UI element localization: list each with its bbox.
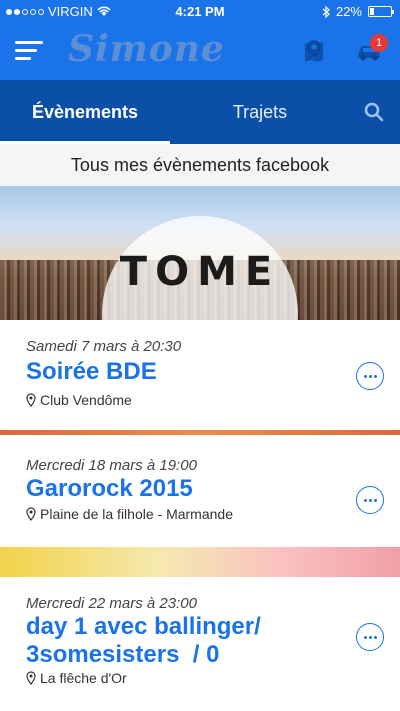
more-options-button[interactable] <box>356 486 384 514</box>
event-banner-image[interactable]: TOME <box>0 186 400 320</box>
event-card[interactable]: Samedi 7 mars à 20:30 Soirée BDE Club Ve… <box>0 320 400 430</box>
tab-trajets[interactable]: Trajets <box>190 80 330 144</box>
map-pin-icon[interactable] <box>302 38 326 64</box>
event-title[interactable]: day 1 avec ballinger/ 3somesisters / 0 <box>26 613 261 669</box>
event-title-line: day 1 avec ballinger/ <box>26 613 261 640</box>
event-date: Mercredi 22 mars à 23:00 <box>26 595 197 612</box>
more-options-button[interactable] <box>356 362 384 390</box>
banner-brand-logo: TOME <box>119 249 281 295</box>
location-pin-icon <box>26 671 36 685</box>
event-place: Club Vendôme <box>26 392 132 408</box>
event-date: Samedi 7 mars à 20:30 <box>26 338 182 355</box>
tab-evenements[interactable]: Évènements <box>0 80 170 144</box>
event-date: Mercredi 18 mars à 19:00 <box>26 457 197 474</box>
event-place: Plaine de la filhole - Marmande <box>26 506 233 522</box>
search-icon[interactable] <box>364 102 384 122</box>
event-place-label: Club Vendôme <box>40 392 132 408</box>
location-pin-icon <box>26 507 36 521</box>
status-right: 22% <box>322 4 394 19</box>
event-image-strip <box>0 547 400 577</box>
event-title[interactable]: Garorock 2015 <box>26 475 193 503</box>
location-pin-icon <box>26 393 36 407</box>
bluetooth-icon <box>322 5 330 18</box>
status-bar: VIRGIN 4:21 PM 22% <box>0 0 400 22</box>
event-card[interactable]: Mercredi 22 mars à 23:00 day 1 avec ball… <box>0 577 400 711</box>
event-place-label: Plaine de la filhole - Marmande <box>40 506 233 522</box>
section-title: Tous mes évènements facebook <box>0 144 400 186</box>
app-header: Simone 1 <box>0 22 400 80</box>
event-title-line: 3somesisters / 0 <box>26 641 220 668</box>
event-place: La flêche d'Or <box>26 670 127 686</box>
app-logo: Simone <box>68 28 225 70</box>
battery-percent: 22% <box>335 4 362 19</box>
tab-bar: Évènements Trajets <box>0 80 400 144</box>
notification-badge: 1 <box>370 34 388 52</box>
hamburger-menu-icon[interactable] <box>15 41 43 63</box>
battery-icon <box>368 6 394 17</box>
event-card[interactable]: Mercredi 18 mars à 19:00 Garorock 2015 P… <box>0 435 400 547</box>
event-place-label: La flêche d'Or <box>40 670 127 686</box>
more-options-button[interactable] <box>356 623 384 651</box>
event-title[interactable]: Soirée BDE <box>26 358 157 386</box>
